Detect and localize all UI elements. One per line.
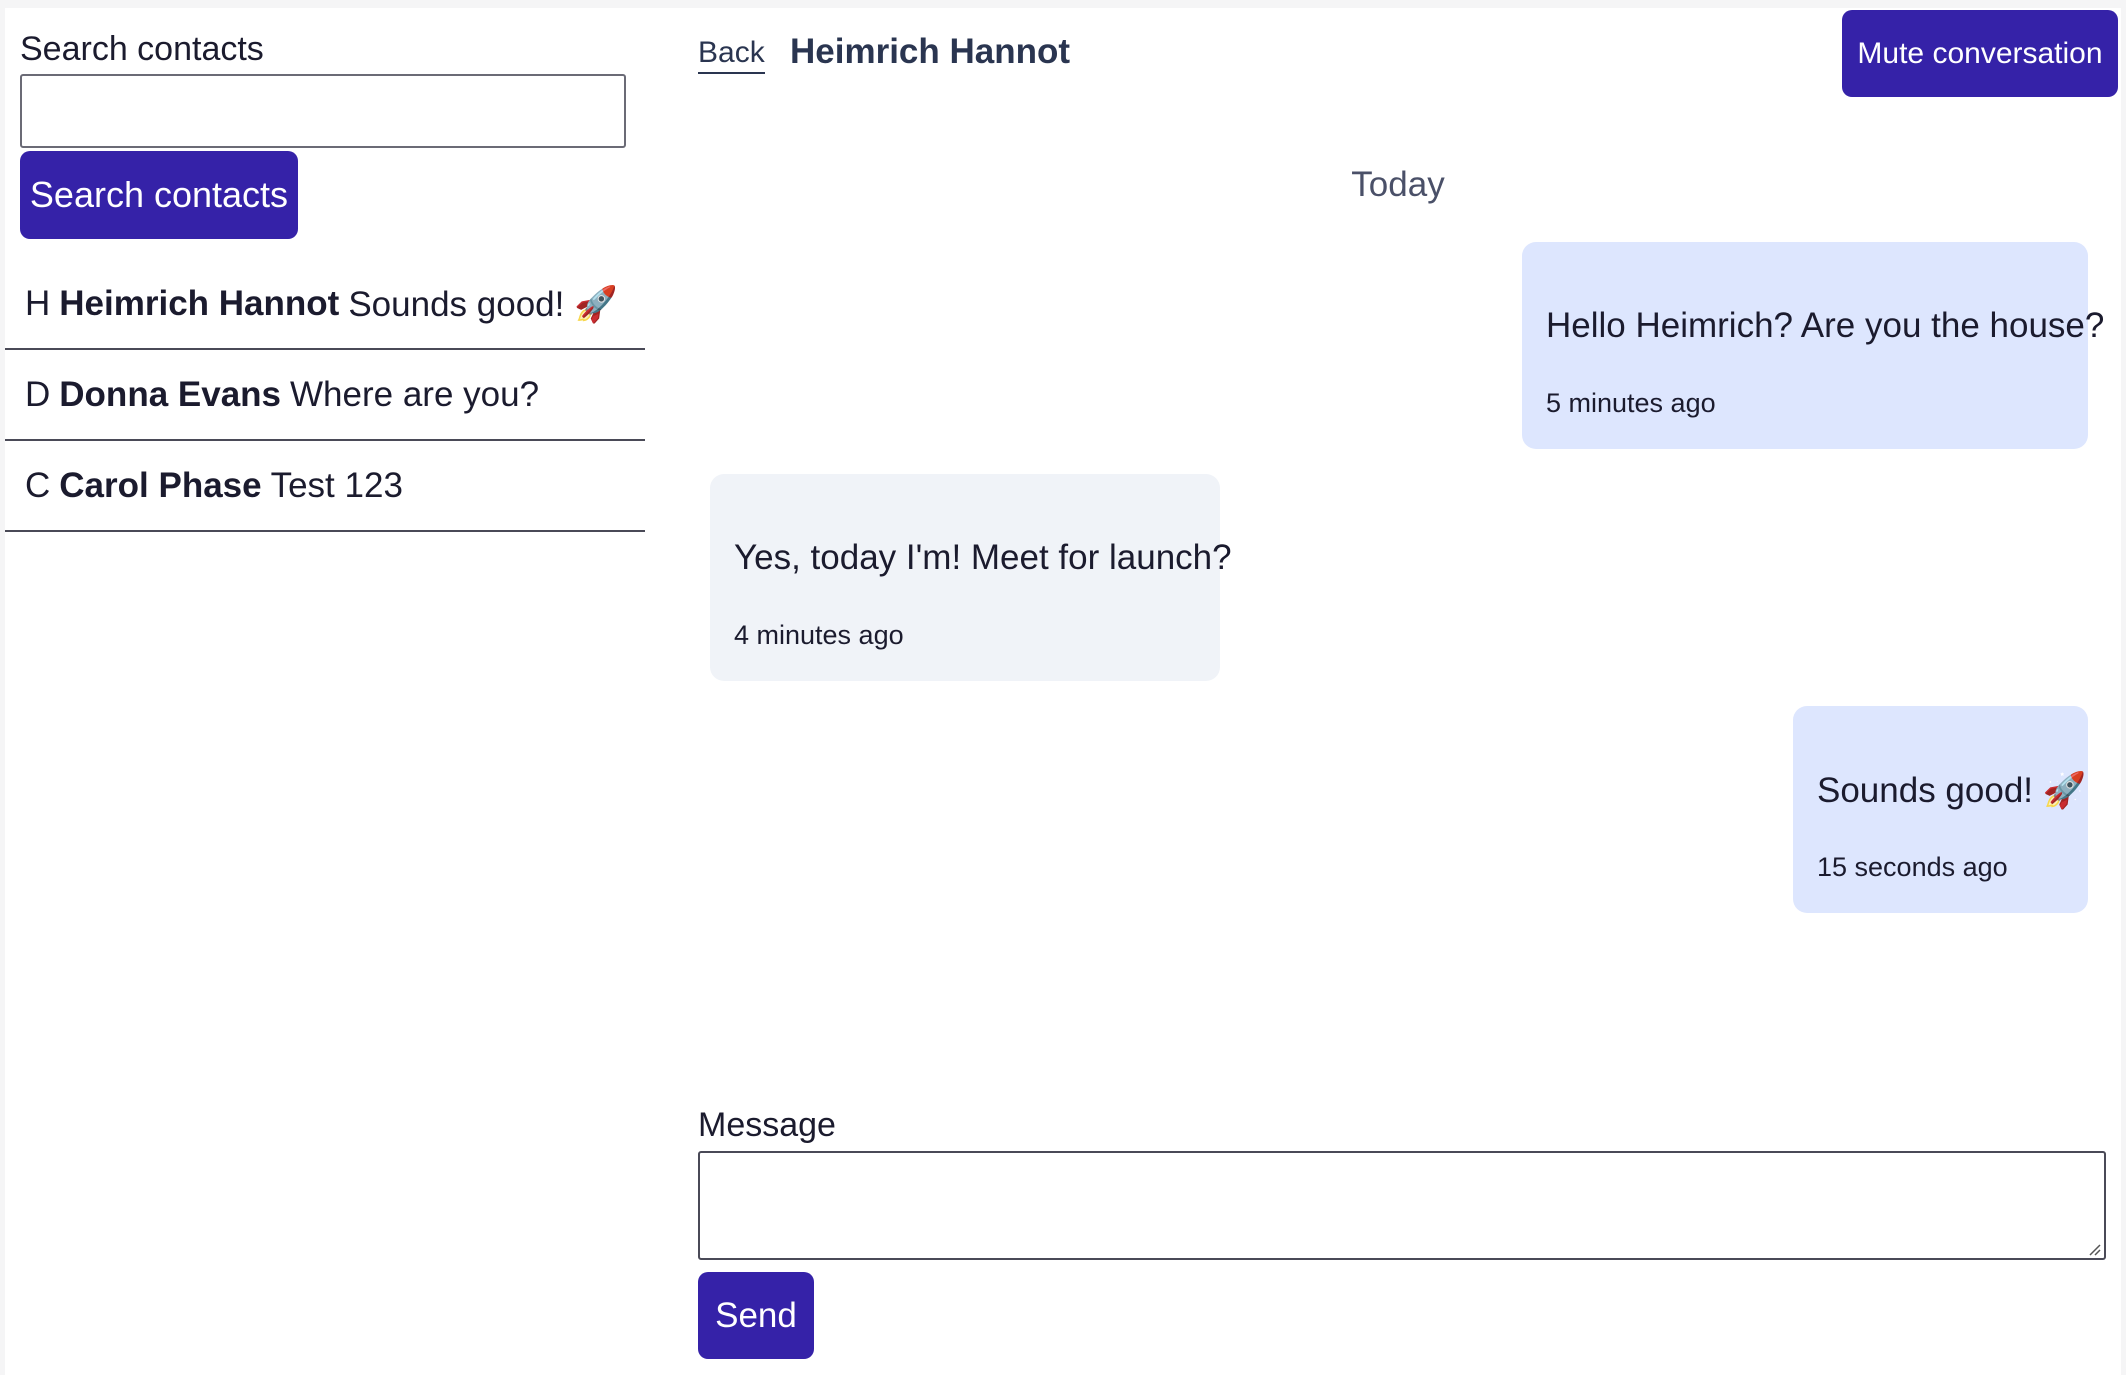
contact-initial: C xyxy=(25,465,51,505)
message-text: Hello Heimrich? Are you the house? xyxy=(1546,306,2105,345)
message-bubble-outgoing: Hello Heimrich? Are you the house? 5 min… xyxy=(1522,242,2104,449)
search-contacts-label: Search contacts xyxy=(20,30,264,68)
contact-list: H Heimrich Hannot Sounds good! 🚀 D Donna… xyxy=(5,260,645,532)
contact-name: Donna Evans xyxy=(59,374,282,414)
contact-item-carol-phase[interactable]: C Carol Phase Test 123 xyxy=(5,441,645,532)
app-window: Search contacts Search contacts H Heimri… xyxy=(5,8,2121,1375)
message-label: Message xyxy=(698,1106,836,1144)
conversation-title: Heimrich Hannot xyxy=(790,32,1071,71)
search-contacts-input[interactable] xyxy=(20,74,626,148)
message-timestamp: 15 seconds ago xyxy=(1817,852,2008,882)
search-contacts-button[interactable]: Search contacts xyxy=(20,151,298,239)
message-text: Yes, today I'm! Meet for launch? xyxy=(734,538,1232,577)
contact-name: Carol Phase xyxy=(59,465,262,505)
message-input[interactable] xyxy=(698,1151,2106,1260)
message-text: Sounds good! 🚀 xyxy=(1817,771,2087,810)
message-bubble-incoming: Yes, today I'm! Meet for launch? 4 minut… xyxy=(710,474,1232,681)
date-separator: Today xyxy=(1351,165,1445,204)
back-link[interactable]: Back xyxy=(698,36,765,74)
send-button[interactable]: Send xyxy=(698,1272,814,1359)
contact-last-message: Test 123 xyxy=(270,465,403,505)
conversation-panel: Back Heimrich Hannot Mute conversation T… xyxy=(693,8,2121,1375)
message-timestamp: 5 minutes ago xyxy=(1546,388,1716,418)
contact-name: Heimrich Hannot xyxy=(59,284,340,323)
contacts-sidebar: Search contacts Search contacts H Heimri… xyxy=(5,8,645,1375)
contact-initial: H xyxy=(25,284,51,323)
contact-initial: D xyxy=(25,374,51,414)
resize-handle-icon[interactable] xyxy=(2087,1242,2101,1256)
mute-conversation-button[interactable]: Mute conversation xyxy=(1842,10,2118,97)
contact-last-message: Where are you? xyxy=(290,374,540,414)
contact-item-heimrich-hannot[interactable]: H Heimrich Hannot Sounds good! 🚀 xyxy=(5,260,645,350)
message-timestamp: 4 minutes ago xyxy=(734,620,904,650)
contact-item-donna-evans[interactable]: D Donna Evans Where are you? xyxy=(5,350,645,441)
message-bubble-outgoing: Sounds good! 🚀 15 seconds ago xyxy=(1793,706,2088,913)
contact-last-message: Sounds good! 🚀 xyxy=(348,284,618,324)
